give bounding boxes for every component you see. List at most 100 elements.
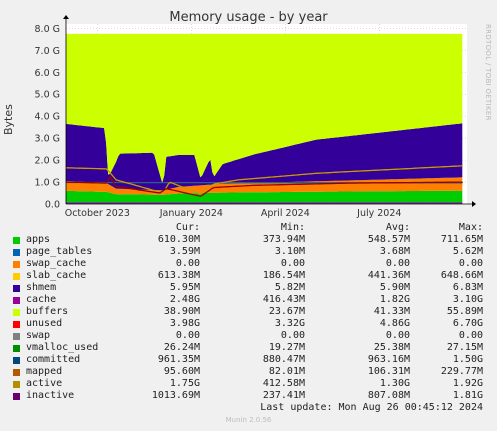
legend-max-value: 6.83M: [452, 282, 483, 293]
legend-cur-value: 613.38M: [157, 270, 200, 281]
legend-min-value: 3.10M: [274, 246, 305, 257]
legend-header: Cur: Min: Avg: Max:: [0, 222, 497, 234]
legend-swatch: [13, 237, 20, 244]
y-tick-label: 3.0 G: [35, 134, 61, 145]
legend-label: buffers: [26, 306, 69, 317]
legend-cur-value: 0.00: [175, 330, 200, 341]
legend-swatch: [13, 297, 20, 304]
legend-row-apps: apps 610.30M 373.94M 548.57M 711.65M: [0, 234, 497, 246]
legend-min-value: 416.43M: [262, 294, 305, 305]
legend-label: swap_cache: [26, 258, 87, 269]
legend-row-mapped: mapped 95.60M 82.01M 106.31M 229.77M: [0, 366, 497, 378]
legend-max-value: 0.00: [458, 330, 483, 341]
legend-label: mapped: [26, 366, 63, 377]
legend-row-inactive: inactive 1013.69M 237.41M 807.08M 1.81G: [0, 390, 497, 402]
col-min-header: Min:: [280, 222, 305, 233]
legend-swatch: [13, 381, 20, 388]
legend-cur-value: 961.35M: [157, 354, 200, 365]
legend-row-unused: unused 3.98G 3.32G 4.86G 6.70G: [0, 318, 497, 330]
legend-min-value: 237.41M: [262, 390, 305, 401]
col-max-header: Max:: [458, 222, 483, 233]
legend-min-value: 0.00: [280, 258, 305, 269]
legend-swatch: [13, 321, 20, 328]
legend-label: page_tables: [26, 246, 93, 257]
chart-title: Memory usage - by year: [169, 10, 328, 25]
legend-max-value: 5.62M: [452, 246, 483, 257]
x-tick-label: July 2024: [356, 208, 401, 219]
legend-cur-value: 5.95M: [169, 282, 200, 293]
legend-label: swap: [26, 330, 51, 341]
legend-row-vmalloc_used: vmalloc_used 26.24M 19.27M 25.38M 27.15M: [0, 342, 497, 354]
legend-label: unused: [26, 318, 63, 329]
legend-swatch: [13, 345, 20, 352]
legend-swatch: [13, 357, 20, 364]
legend-min-value: 82.01M: [268, 366, 305, 377]
legend-row-swap: swap 0.00 0.00 0.00 0.00: [0, 330, 497, 342]
legend-label: apps: [26, 234, 51, 245]
rrdtool-credit: RRDTOOL / TOBI OETIKER: [484, 24, 492, 121]
legend-cur-value: 2.48G: [169, 294, 200, 305]
legend-label: cache: [26, 294, 57, 305]
x-tick-labels: October 2023 January 2024 April 2024 July 2…: [65, 208, 402, 219]
x-axis-arrow: [472, 201, 476, 207]
legend-label: committed: [26, 354, 81, 365]
y-tick-label: 7.0 G: [35, 46, 61, 57]
y-tick-label: 4.0 G: [35, 112, 61, 123]
legend-max-value: 0.00: [458, 258, 483, 269]
col-cur-header: Cur:: [175, 222, 200, 233]
legend-row-slab_cache: slab_cache 613.38M 186.54M 441.36M 648.66M: [0, 270, 497, 282]
x-tick-label: October 2023: [65, 208, 130, 219]
legend-min-value: 373.94M: [262, 234, 305, 245]
legend-row-shmem: shmem 5.95M 5.82M 5.90M 6.83M: [0, 282, 497, 294]
legend-cur-value: 3.59M: [169, 246, 200, 257]
legend-max-value: 55.89M: [446, 306, 483, 317]
legend-row-active: active 1.75G 412.58M 1.30G 1.92G: [0, 378, 497, 390]
y-tick-labels: 0.0 1.0 G 2.0 G 3.0 G 4.0 G 5.0 G 6.0 G 7.0 G 8.…: [35, 24, 61, 211]
legend-row-cache: cache 2.48G 416.43M 1.82G 3.10G: [0, 294, 497, 306]
last-update: Last update: Mon Aug 26 00:45:12 2024: [260, 402, 483, 413]
y-tick-label: 0.0: [45, 200, 60, 211]
legend-label: vmalloc_used: [26, 342, 99, 353]
legend-max-value: 1.50G: [452, 354, 483, 365]
legend-max-value: 711.65M: [440, 234, 483, 245]
legend-min-value: 19.27M: [268, 342, 305, 353]
legend-min-value: 186.54M: [262, 270, 305, 281]
legend-min-value: 412.58M: [262, 378, 305, 389]
legend-swatch: [13, 369, 20, 376]
legend-swatch: [13, 261, 20, 268]
y-tick-label: 6.0 G: [35, 68, 61, 79]
legend-swatch: [13, 393, 20, 400]
legend-min-value: 5.82M: [274, 282, 305, 293]
legend-min-value: 0.00: [280, 330, 305, 341]
legend-label: shmem: [26, 282, 57, 293]
legend-max-value: 648.66M: [440, 270, 483, 281]
legend-cur-value: 26.24M: [163, 342, 200, 353]
y-tick-label: 1.0 G: [35, 178, 61, 189]
legend-max-value: 3.10G: [452, 294, 483, 305]
legend-max-value: 229.77M: [440, 366, 483, 377]
y-axis-label: Bytes: [2, 104, 15, 135]
y-tick-label: 8.0 G: [35, 24, 61, 35]
legend-swatch: [13, 273, 20, 280]
legend-min-value: 23.67M: [268, 306, 305, 317]
legend-swatch: [13, 249, 20, 256]
x-tick-label: January 2024: [159, 208, 223, 219]
legend-max-value: 6.70G: [452, 318, 483, 329]
legend-cur-value: 0.00: [175, 258, 200, 269]
legend-cur-value: 95.60M: [163, 366, 200, 377]
legend-max-value: 27.15M: [446, 342, 483, 353]
legend-row-page_tables: page_tables 3.59M 3.10M 3.68M 5.62M: [0, 246, 497, 258]
legend-cur-value: 38.90M: [163, 306, 200, 317]
legend-cur-value: 1.75G: [169, 378, 200, 389]
stacked-areas: [66, 33, 463, 204]
legend-cur-value: 610.30M: [157, 234, 200, 245]
legend-row-committed: committed 961.35M 880.47M 963.16M 1.50G: [0, 354, 497, 366]
legend-max-value: 1.81G: [452, 390, 483, 401]
legend-swatch: [13, 285, 20, 292]
legend-label: slab_cache: [26, 270, 87, 281]
legend-label: inactive: [26, 390, 75, 401]
legend-min-value: 3.32G: [274, 318, 305, 329]
munin-version: Munin 2.0.56: [225, 416, 272, 424]
legend-cur-value: 3.98G: [169, 318, 200, 329]
legend-label: active: [26, 378, 63, 389]
